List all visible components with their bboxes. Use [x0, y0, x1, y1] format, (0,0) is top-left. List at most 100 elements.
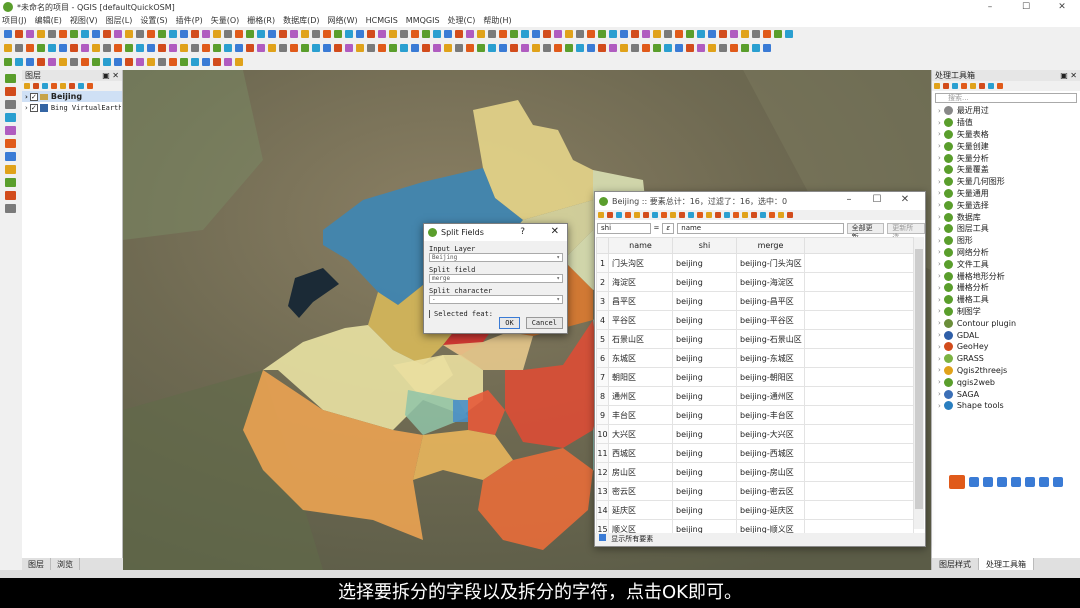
expand-icon[interactable]: › [938, 189, 941, 197]
table-cell[interactable]: 门头沟区 [608, 253, 673, 273]
toolbar-button-icon[interactable] [257, 30, 265, 38]
toolbar-button-icon[interactable] [15, 44, 23, 52]
toolbar-button-icon[interactable] [147, 58, 155, 66]
expand-icon[interactable]: › [938, 272, 941, 280]
toolbar-button-icon[interactable] [741, 30, 749, 38]
toolbar-button-icon[interactable] [664, 44, 672, 52]
toolbar-button-icon[interactable] [688, 212, 694, 218]
toolbar-button-icon[interactable] [510, 44, 518, 52]
toolbar-button-icon[interactable] [87, 83, 93, 89]
toolbar-button-icon[interactable] [455, 30, 463, 38]
processing-item[interactable]: › qgis2web [932, 376, 1080, 388]
toolbar-button-icon[interactable] [378, 44, 386, 52]
processing-item[interactable]: › 数据库 [932, 211, 1080, 223]
table-row[interactable]: 2 海淀区 beijing beijing-海淀区 [596, 272, 914, 292]
close-icon[interactable]: ✕ [551, 226, 559, 237]
toolbar-button-icon[interactable] [103, 44, 111, 52]
toolbar-button-icon[interactable] [158, 58, 166, 66]
toolbar-button-icon[interactable] [970, 83, 976, 89]
expand-icon[interactable]: › [938, 355, 941, 363]
split-field-select[interactable]: merge [429, 274, 563, 283]
toolbar-button-icon[interactable] [59, 44, 67, 52]
toolbar-button-icon[interactable] [634, 212, 640, 218]
toolbar-button-icon[interactable] [81, 30, 89, 38]
cancel-button[interactable]: Cancel [525, 317, 563, 329]
toolbar-button-icon[interactable] [697, 212, 703, 218]
menu-plugins[interactable]: 插件(P) [176, 15, 203, 26]
toolbar-button-icon[interactable] [136, 58, 144, 66]
toolbar-button-icon[interactable] [191, 30, 199, 38]
toolbar-button-icon[interactable] [565, 30, 573, 38]
table-cell[interactable]: beijing [672, 424, 737, 444]
toolbar-button-icon[interactable] [510, 30, 518, 38]
toolbar-button-icon[interactable] [246, 30, 254, 38]
sogou-icon[interactable] [949, 475, 965, 489]
processing-item[interactable]: › 网络分析 [932, 247, 1080, 259]
expand-icon[interactable]: › [25, 93, 28, 101]
expression-icon[interactable]: ε [662, 222, 675, 234]
toolbar-button-icon[interactable] [769, 212, 775, 218]
close-icon[interactable]: ✕ [1044, 0, 1080, 14]
toolbar-button-icon[interactable] [356, 44, 364, 52]
toolbar-button-icon[interactable] [760, 212, 766, 218]
toolbar-button-icon[interactable] [607, 212, 613, 218]
processing-item[interactable]: › Contour plugin [932, 317, 1080, 329]
toolbar-button-icon[interactable] [686, 30, 694, 38]
toolbar-button-icon[interactable] [224, 30, 232, 38]
processing-item[interactable]: › Shape tools [932, 400, 1080, 412]
toolbar-button-icon[interactable] [400, 44, 408, 52]
toolbar-button-icon[interactable] [42, 83, 48, 89]
expand-icon[interactable]: › [938, 296, 941, 304]
toolbar-button-icon[interactable] [697, 44, 705, 52]
toolbar-button-icon[interactable] [719, 30, 727, 38]
table-row[interactable]: 7 朝阳区 beijing beijing-朝阳区 [596, 367, 914, 387]
table-cell[interactable]: beijing-延庆区 [736, 500, 805, 520]
toolbar-button-icon[interactable] [334, 44, 342, 52]
table-cell[interactable]: beijing [672, 348, 737, 368]
toolbar-button-icon[interactable] [686, 44, 694, 52]
toolbar-button-icon[interactable] [742, 212, 748, 218]
table-row[interactable]: 11 西城区 beijing beijing-西城区 [596, 443, 914, 463]
tool-button-icon[interactable] [5, 74, 16, 83]
toolbar-button-icon[interactable] [543, 44, 551, 52]
toolbar-button-icon[interactable] [345, 44, 353, 52]
menu-view[interactable]: 视图(V) [70, 15, 98, 26]
processing-item[interactable]: › 图层工具 [932, 223, 1080, 235]
toolbar-button-icon[interactable] [708, 30, 716, 38]
tool-button-icon[interactable] [5, 204, 16, 213]
toolbar-button-icon[interactable] [598, 44, 606, 52]
minimize-icon[interactable]: – [835, 194, 863, 205]
toolbar-button-icon[interactable] [642, 44, 650, 52]
table-cell[interactable]: beijing-西城区 [736, 443, 805, 463]
processing-item[interactable]: › 矢量通用 [932, 188, 1080, 200]
toolbar-button-icon[interactable] [652, 212, 658, 218]
toolbar-button-icon[interactable] [136, 30, 144, 38]
toolbar-button-icon[interactable] [598, 212, 604, 218]
row-number[interactable]: 10 [596, 424, 609, 444]
toolbar-button-icon[interactable] [620, 30, 628, 38]
expand-icon[interactable]: › [938, 213, 941, 221]
toolbar-button-icon[interactable] [202, 30, 210, 38]
toolbar-button-icon[interactable] [213, 30, 221, 38]
table-cell[interactable]: beijing [672, 367, 737, 387]
toolbar-button-icon[interactable] [565, 44, 573, 52]
toolbar-button-icon[interactable] [136, 44, 144, 52]
tool-button-icon[interactable] [5, 100, 16, 109]
tool-button-icon[interactable] [5, 126, 16, 135]
toolbar-button-icon[interactable] [48, 30, 56, 38]
toolbar-button-icon[interactable] [378, 30, 386, 38]
tool-button-icon[interactable] [5, 165, 16, 174]
toolbar-button-icon[interactable] [631, 44, 639, 52]
toolbar-button-icon[interactable] [988, 83, 994, 89]
processing-item[interactable]: › 矢量选择 [932, 199, 1080, 211]
processing-item[interactable]: › GDAL [932, 329, 1080, 341]
toolbar-button-icon[interactable] [411, 44, 419, 52]
toolbar-button-icon[interactable] [180, 30, 188, 38]
toolbar-button-icon[interactable] [422, 30, 430, 38]
processing-item[interactable]: › 文件工具 [932, 258, 1080, 270]
toolbar-button-icon[interactable] [554, 30, 562, 38]
toolbar-button-icon[interactable] [576, 30, 584, 38]
toolbar-button-icon[interactable] [961, 83, 967, 89]
menu-database[interactable]: 数据库(D) [283, 15, 319, 26]
toolbar-button-icon[interactable] [323, 30, 331, 38]
